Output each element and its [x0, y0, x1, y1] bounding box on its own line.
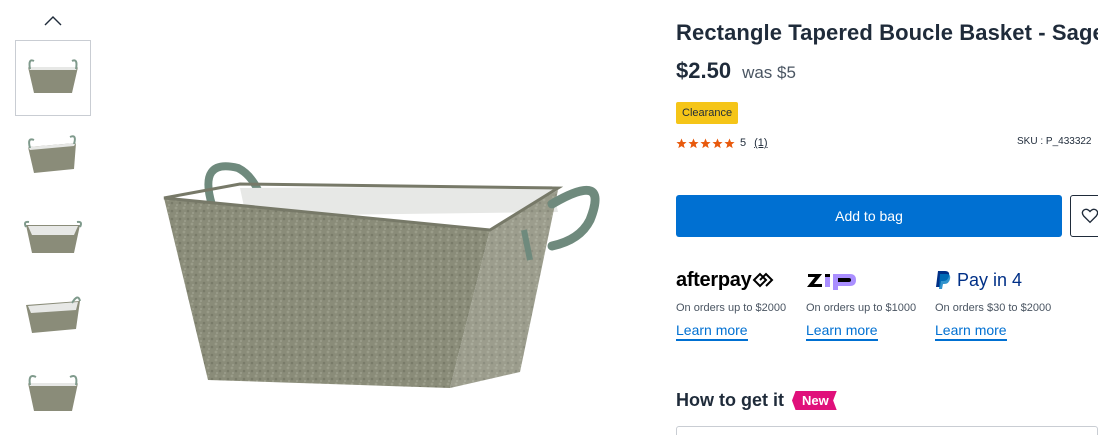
add-to-bag-button[interactable]: Add to bag — [676, 195, 1062, 237]
new-badge: New — [791, 391, 837, 410]
star-icon — [676, 138, 687, 148]
star-icon — [688, 138, 699, 148]
paypal-description: On orders $30 to $2000 — [935, 302, 1052, 314]
price-row: $2.50 was $5 — [676, 58, 796, 84]
thumbnail-gallery — [14, 0, 92, 435]
sku-label: SKU : P_433322 — [1017, 136, 1092, 147]
product-main-image[interactable] — [150, 150, 610, 435]
paypal-logo: Pay in 4 — [935, 266, 1055, 294]
heart-icon — [1081, 208, 1098, 224]
zip-description: On orders up to $1000 — [806, 302, 917, 314]
rating-summary[interactable]: 5 (1) — [676, 137, 768, 149]
zip-learn-more-link[interactable]: Learn more — [806, 322, 878, 341]
product-title: Rectangle Tapered Boucle Basket - Sage — [676, 20, 1098, 45]
afterpay-wordmark: afterpay — [676, 268, 752, 291]
thumbnail-5[interactable] — [15, 356, 91, 432]
afterpay-description: On orders up to $2000 — [676, 302, 787, 314]
thumbnail-4[interactable] — [15, 278, 91, 354]
star-icon — [700, 138, 711, 148]
thumbnail-1[interactable] — [15, 40, 91, 116]
afterpay-logo: afterpay — [676, 266, 796, 294]
paypal-icon — [936, 271, 951, 289]
product-info-panel: Rectangle Tapered Boucle Basket - Sage $… — [676, 0, 1098, 435]
rating-stars — [676, 138, 735, 149]
thumbnail-2[interactable] — [15, 118, 91, 194]
chevron-up-icon[interactable] — [42, 12, 64, 30]
thumbnail-3[interactable] — [15, 200, 91, 276]
wishlist-button[interactable] — [1070, 195, 1098, 237]
zip-logo-icon — [807, 274, 856, 290]
was-price: was $5 — [742, 63, 796, 82]
star-icon — [712, 138, 723, 148]
rating-count-link[interactable]: (1) — [754, 137, 767, 149]
clearance-badge: Clearance — [676, 102, 739, 124]
afterpay-arrows-icon — [753, 272, 774, 288]
delivery-title: How to get it — [676, 390, 784, 410]
delivery-section-header: How to get it New — [676, 390, 837, 411]
paypal-learn-more-link[interactable]: Learn more — [935, 322, 1007, 341]
rating-value: 5 — [740, 137, 747, 149]
afterpay-learn-more-link[interactable]: Learn more — [676, 322, 748, 341]
zip-logo — [806, 266, 926, 294]
afterpay-option: afterpay On orders up to $2000 Learn mor… — [676, 266, 796, 341]
star-icon — [724, 138, 735, 148]
delivery-options-box[interactable] — [676, 426, 1098, 435]
paypal-option: Pay in 4 On orders $30 to $2000 Learn mo… — [935, 266, 1055, 341]
current-price: $2.50 — [676, 58, 732, 83]
zip-option: On orders up to $1000 Learn more — [806, 266, 926, 341]
paypal-pay-in-4: Pay in 4 — [957, 269, 1023, 290]
